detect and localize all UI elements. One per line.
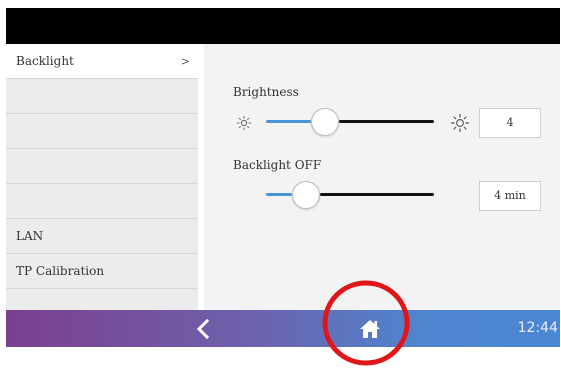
bottom-nav-bar: 12:44: [6, 310, 560, 347]
backlight-off-slider-track: [320, 193, 434, 196]
brightness-slider-track: [339, 120, 434, 123]
sidebar-item-label: Backlight: [16, 54, 74, 68]
device-screen: Backlight > LAN TP Calibration Brightnes…: [6, 8, 560, 347]
backlight-off-value-box[interactable]: 4 min: [479, 181, 541, 211]
home-icon[interactable]: [359, 318, 381, 340]
backlight-off-label: Backlight OFF: [233, 158, 322, 172]
top-status-bar: [6, 8, 560, 44]
brightness-slider-knob[interactable]: [311, 108, 339, 136]
sidebar-item-tp-calibration[interactable]: TP Calibration: [6, 254, 198, 289]
settings-panel: Brightness 4 Backlight OFF 4 min: [210, 44, 560, 310]
clock-time: 12:44: [517, 320, 558, 336]
backlight-off-slider-fill: [266, 193, 292, 196]
sidebar-item-label: TP Calibration: [16, 264, 105, 278]
sun-large-icon: [450, 113, 470, 133]
sidebar-item-empty-3[interactable]: [6, 149, 198, 184]
sidebar-item-empty-4[interactable]: [6, 184, 198, 219]
brightness-label: Brightness: [233, 85, 299, 99]
sidebar-item-lan[interactable]: LAN: [6, 219, 198, 254]
backlight-off-slider-knob[interactable]: [292, 181, 320, 209]
chevron-right-icon: >: [180, 55, 190, 68]
sidebar-item-empty-2[interactable]: [6, 114, 198, 149]
chevron-left-icon[interactable]: [192, 317, 216, 341]
backlight-off-slider[interactable]: [266, 181, 434, 209]
sidebar-item-label: LAN: [16, 229, 44, 243]
settings-sidebar: Backlight > LAN TP Calibration: [6, 44, 204, 310]
sidebar-item-backlight[interactable]: Backlight >: [6, 44, 198, 79]
brightness-value-box[interactable]: 4: [479, 108, 541, 138]
sun-small-icon: [237, 116, 251, 130]
brightness-slider[interactable]: [266, 108, 434, 136]
sidebar-item-empty-1[interactable]: [6, 79, 198, 114]
brightness-slider-fill: [266, 120, 311, 123]
